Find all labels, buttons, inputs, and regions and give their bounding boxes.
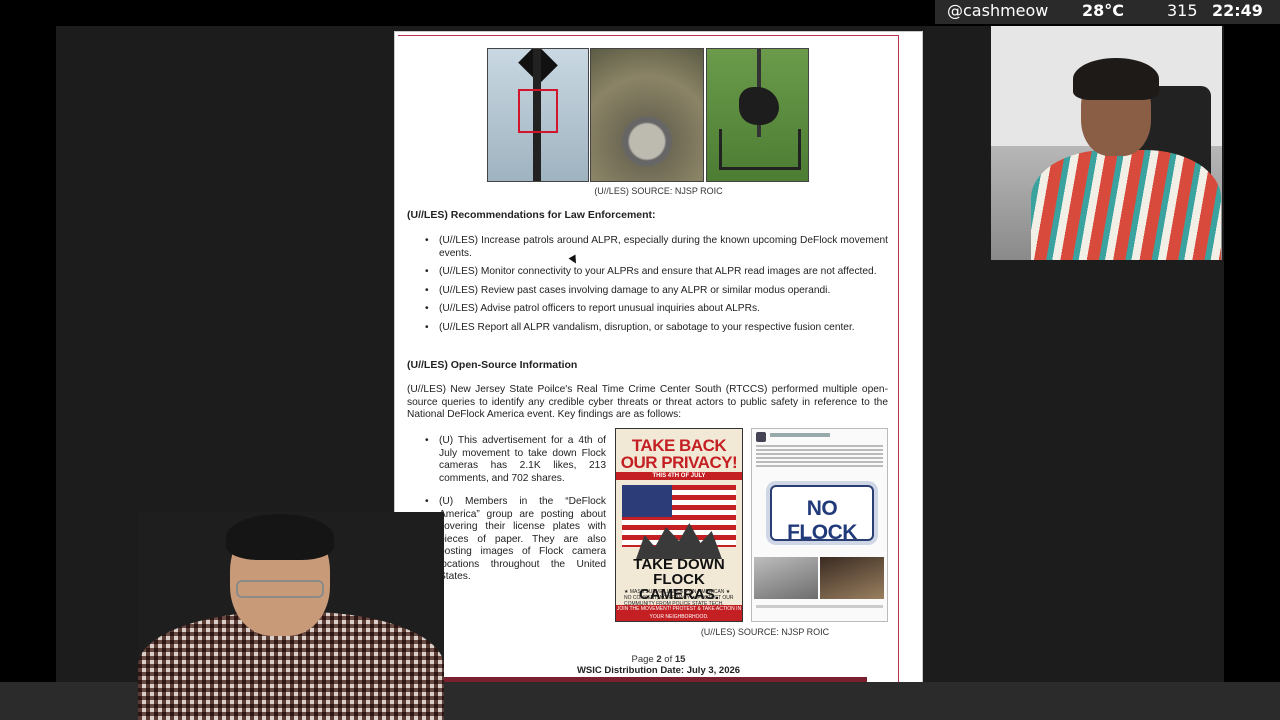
photo-toppled-stand	[706, 48, 809, 182]
photo-cut-pipe	[590, 48, 704, 182]
distribution-date: WSIC Distribution Date: July 3, 2026	[576, 665, 741, 676]
highlight-box	[518, 89, 558, 133]
poster-banner: JOIN THE MOVEMENT! PROTEST & TAKE ACTION…	[616, 605, 742, 621]
temperature-readout: 28°C	[1082, 1, 1125, 20]
social-post-screenshot: NO FLOCK	[751, 428, 888, 622]
viewer-counter: 315	[1167, 1, 1198, 20]
list-item: (U//LES) Monitor connectivity to your AL…	[425, 266, 888, 279]
figure-caption-top: (U//LES) SOURCE: NJSP ROIC	[594, 186, 723, 196]
webcam-left	[138, 512, 444, 720]
channel-handle: @cashmeow	[947, 1, 1049, 20]
person-hair	[1073, 58, 1159, 100]
page-total: 15	[674, 654, 686, 665]
deflock-poster-image: TAKE BACK OUR PRIVACY! THIS 4TH OF JULY …	[615, 428, 743, 622]
list-item: (U//LES) Review past cases involving dam…	[425, 285, 888, 298]
post-author	[770, 433, 830, 437]
stand-shape	[719, 129, 801, 170]
findings-list: (U) This advertisement for a 4th of July…	[425, 435, 606, 595]
list-item: (U//LES Report all ALPR vandalism, disru…	[425, 322, 888, 335]
page-label: Page	[631, 654, 654, 665]
person-shirt	[1031, 150, 1221, 260]
recommendations-heading: (U//LES) Recommendations for Law Enforce…	[407, 209, 656, 221]
flag-graphic	[622, 485, 736, 547]
osint-heading: (U//LES) Open-Source Information	[407, 359, 578, 371]
osint-paragraph: (U//LES) New Jersey State Poilce's Real …	[407, 384, 888, 420]
list-item: (U//LES) Increase patrols around ALPR, e…	[425, 235, 888, 260]
poster-date: THIS 4TH OF JULY	[616, 472, 742, 480]
list-item: (U) This advertisement for a 4th of July…	[425, 435, 606, 485]
page-current: 2	[656, 654, 662, 665]
post-reactions-bar	[756, 605, 883, 608]
clock-readout: 22:49	[1212, 1, 1263, 20]
stream-status-bar: @cashmeow 28°C 315 22:49	[935, 0, 1280, 24]
document-page: (U//LES) SOURCE: NJSP ROIC (U//LES) Reco…	[394, 31, 923, 684]
webcam-right	[991, 26, 1222, 260]
post-photo-1	[754, 557, 818, 599]
glasses-icon	[236, 580, 324, 598]
license-plate-graphic: NO FLOCK	[770, 485, 874, 544]
post-photo-2	[820, 557, 884, 599]
damaged-camera-shape	[739, 87, 779, 125]
list-item: (U) Members in the “DeFlock America” gro…	[425, 496, 606, 584]
figure-caption-bottom: (U//LES) SOURCE: NJSP ROIC	[700, 627, 830, 637]
avatar	[756, 432, 766, 442]
photo-pole-camera	[487, 48, 589, 182]
person-hair	[226, 514, 334, 560]
poster-headline: TAKE BACK OUR PRIVACY!	[620, 436, 738, 472]
recommendations-list: (U//LES) Increase patrols around ALPR, e…	[425, 235, 888, 340]
page-of: of	[664, 654, 673, 665]
plate-text: NO FLOCK	[787, 497, 857, 544]
page-indicator: Page 2 of 15	[395, 654, 922, 665]
post-text-lines	[756, 445, 883, 469]
list-item: (U//LES) Advise patrol officers to repor…	[425, 303, 888, 316]
